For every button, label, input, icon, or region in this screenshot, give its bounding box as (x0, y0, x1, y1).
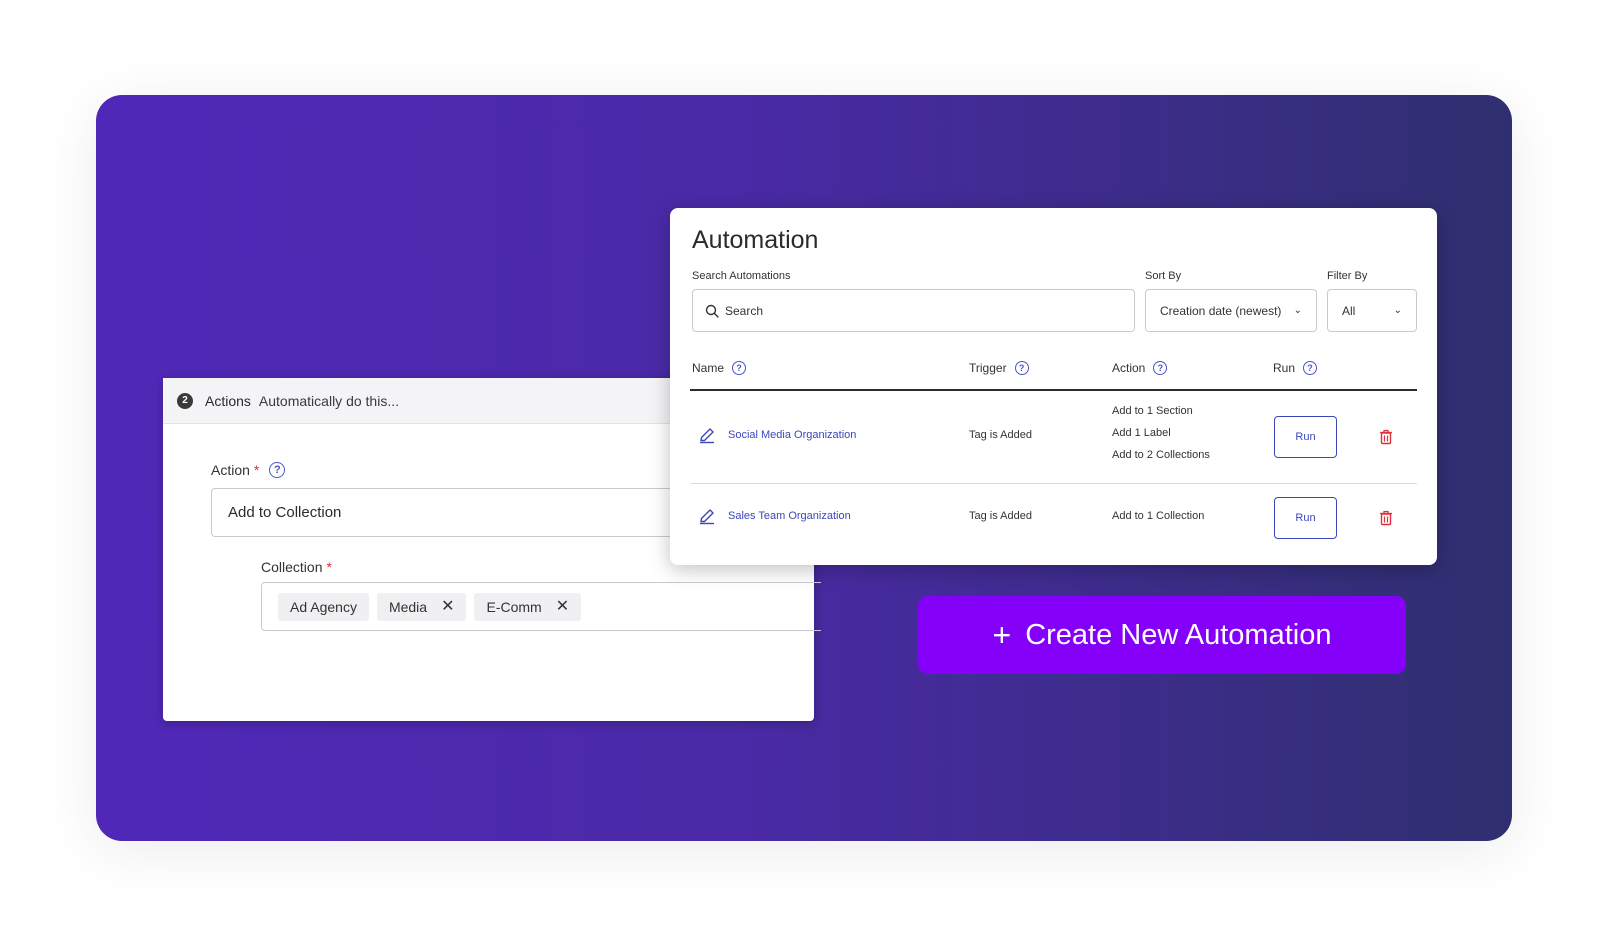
sort-value: Creation date (newest) (1160, 303, 1282, 318)
run-button[interactable]: Run (1274, 497, 1337, 539)
help-icon[interactable]: ? (732, 361, 747, 375)
run-button[interactable]: Run (1274, 416, 1337, 458)
action-field-label: Action * ? (211, 462, 286, 478)
sort-select[interactable]: Creation date (newest) ⌄ (1145, 289, 1317, 332)
automation-card: Automation Search Automations Sort By Fi… (670, 208, 1437, 565)
column-header-action: Action ? (1112, 361, 1168, 375)
help-icon[interactable]: ? (1153, 361, 1168, 375)
collection-chip-media[interactable]: Media ✕ (376, 592, 467, 621)
column-header-name: Name ? (692, 361, 747, 375)
sort-label: Sort By (1145, 270, 1182, 282)
page-title: Automation (692, 226, 819, 254)
automation-name: Social Media Organization (728, 429, 857, 441)
column-header-trigger: Trigger ? (969, 361, 1029, 375)
filter-value: All (1342, 303, 1356, 318)
table-row-divider (690, 483, 1417, 484)
required-marker: * (326, 559, 332, 575)
help-icon[interactable]: ? (1014, 361, 1029, 375)
collection-multiselect[interactable]: Ad Agency Media ✕ E-Comm ✕ (261, 582, 821, 631)
help-icon[interactable]: ? (1303, 361, 1318, 375)
search-placeholder: Search (725, 303, 764, 318)
pencil-icon[interactable] (698, 426, 716, 444)
actions-subtitle: Automatically do this... (258, 392, 399, 409)
automation-name: Sales Team Organization (728, 510, 851, 522)
plus-icon: + (992, 617, 1012, 653)
chevron-down-icon: ⌄ (1293, 305, 1302, 316)
action-line: Add to 1 Section (1112, 405, 1193, 417)
pencil-icon[interactable] (698, 507, 716, 525)
trash-icon[interactable] (1378, 429, 1394, 445)
action-cell: Add to 1 Section Add 1 Label Add to 2 Co… (1112, 400, 1210, 466)
help-icon[interactable]: ? (269, 462, 286, 478)
chevron-down-icon: ⌄ (1393, 305, 1402, 316)
close-icon[interactable]: ✕ (556, 598, 569, 615)
action-line: Add to 1 Collection (1112, 510, 1205, 522)
step-number-badge: 2 (177, 392, 193, 409)
chip-label: Ad Agency (290, 598, 357, 615)
search-icon (705, 304, 719, 318)
collection-field-label: Collection * (261, 559, 332, 575)
column-label: Trigger (969, 361, 1007, 375)
filter-select[interactable]: All ⌄ (1327, 289, 1417, 332)
table-header-divider (690, 389, 1417, 391)
table-row-name-link[interactable]: Social Media Organization (698, 426, 856, 444)
action-line: Add to 2 Collections (1112, 449, 1210, 461)
close-icon[interactable]: ✕ (441, 598, 454, 615)
chip-label: E-Comm (486, 598, 542, 615)
create-button-label: Create New Automation (1025, 618, 1332, 651)
search-input[interactable]: Search (692, 289, 1135, 332)
column-label: Run (1273, 361, 1296, 375)
column-label: Action (1112, 361, 1146, 375)
search-label: Search Automations (692, 270, 791, 282)
action-select-value: Add to Collection (228, 504, 342, 521)
table-row-name-link[interactable]: Sales Team Organization (698, 507, 851, 525)
create-new-automation-button[interactable]: + Create New Automation (918, 596, 1406, 674)
actions-title: Actions (205, 392, 251, 409)
collection-label-text: Collection (261, 559, 323, 575)
trash-icon[interactable] (1378, 510, 1394, 526)
column-header-run: Run ? (1273, 361, 1318, 375)
action-line: Add 1 Label (1112, 427, 1171, 439)
collection-chip-e-comm[interactable]: E-Comm ✕ (474, 592, 582, 621)
trigger-cell: Tag is Added (969, 429, 1032, 441)
column-label: Name (692, 361, 725, 375)
required-marker: * (253, 462, 260, 478)
filter-label: Filter By (1327, 270, 1368, 282)
action-cell: Add to 1 Collection (1112, 510, 1204, 522)
action-label-text: Action (211, 462, 250, 478)
collection-chip-ad-agency[interactable]: Ad Agency (278, 592, 369, 621)
trigger-cell: Tag is Added (969, 510, 1032, 522)
chip-label: Media (388, 598, 428, 615)
